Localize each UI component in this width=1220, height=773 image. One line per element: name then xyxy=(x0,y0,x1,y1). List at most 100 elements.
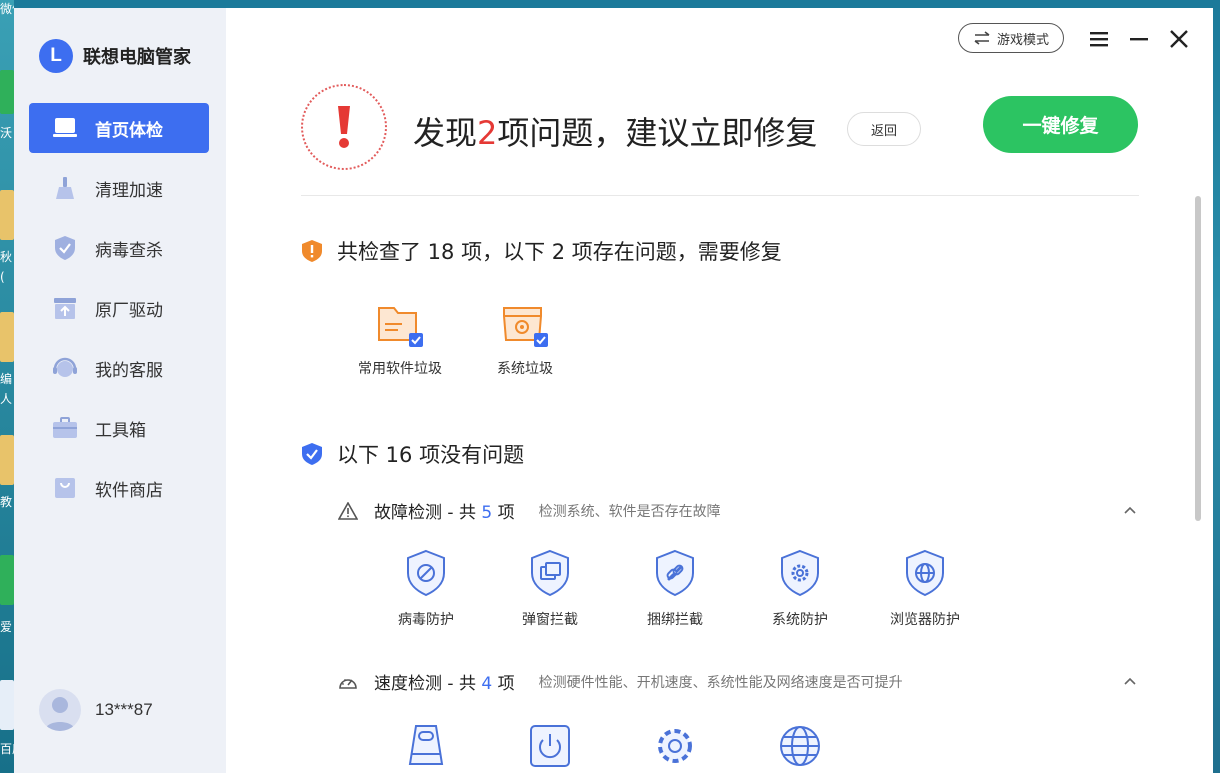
sidebar-nav: 首页体检 清理加速 病毒查杀 原厂驱动 我的客服 工具箱 软件商店 xyxy=(29,103,209,523)
folder-icon[interactable] xyxy=(0,312,14,362)
user-account[interactable]: 13***87 xyxy=(39,689,153,731)
group-name-text: 项 xyxy=(492,674,515,694)
issue-label: 系统垃圾 xyxy=(497,361,553,377)
main-content: 发现2项问题，建议立即修复 返回 一键修复 共检查了 18 项，以下 2 项存在… xyxy=(226,8,1213,773)
scan-result-headline: 发现2项问题，建议立即修复 xyxy=(413,108,817,154)
group-name-text: 项 xyxy=(492,503,515,523)
issue-label: 常用软件垃圾 xyxy=(358,361,442,377)
scrollbar[interactable] xyxy=(1195,196,1201,521)
store-bag-icon xyxy=(51,474,79,502)
sidebar-item-label: 病毒查杀 xyxy=(95,240,163,261)
check-item[interactable] xyxy=(625,724,725,772)
ok-section-title: 以下 16 项没有问题 xyxy=(301,439,524,469)
desktop-icon-label: 编 xyxy=(0,372,13,386)
check-item[interactable]: 捆绑拦截 xyxy=(625,549,725,629)
check-item[interactable] xyxy=(376,724,476,772)
check-item[interactable]: 弹窗拦截 xyxy=(500,549,600,629)
headline-text: 发现 xyxy=(413,114,478,152)
shield-check-icon xyxy=(51,234,79,262)
sidebar-item-oem-drivers[interactable]: 原厂驱动 xyxy=(29,283,209,333)
check-item-label: 病毒防护 xyxy=(398,612,454,628)
gear-box-checked-icon xyxy=(465,302,585,352)
sidebar-item-label: 软件商店 xyxy=(95,480,163,501)
chevron-up-icon[interactable] xyxy=(1122,673,1138,689)
hardware-performance-icon xyxy=(376,724,476,772)
folder-icon[interactable] xyxy=(0,190,14,240)
divider xyxy=(301,195,1139,196)
desktop-app-icon[interactable] xyxy=(0,70,14,114)
check-item[interactable]: 系统防护 xyxy=(750,549,850,629)
globe-icon xyxy=(750,724,850,772)
app-window: L 联想电脑管家 首页体检 清理加速 病毒查杀 原厂驱动 我的客服 工具箱 软件… xyxy=(14,8,1213,773)
group-name-text: 速度检测 - 共 xyxy=(374,674,482,694)
sidebar-item-clean-speedup[interactable]: 清理加速 xyxy=(29,163,209,213)
check-item[interactable]: 病毒防护 xyxy=(376,549,476,629)
issue-item[interactable]: 常用软件垃圾 xyxy=(340,302,460,378)
warning-triangle-icon xyxy=(338,501,358,520)
headset-icon xyxy=(51,354,79,382)
group-description: 检测硬件性能、开机速度、系统性能及网络速度是否可提升 xyxy=(538,674,903,691)
power-icon xyxy=(500,724,600,772)
desktop-icon-label: 人 xyxy=(0,392,13,406)
chevron-up-icon[interactable] xyxy=(1122,502,1138,518)
sidebar-item-label: 首页体检 xyxy=(95,120,163,141)
sidebar-item-toolbox[interactable]: 工具箱 xyxy=(29,403,209,453)
sidebar-item-customer-service[interactable]: 我的客服 xyxy=(29,343,209,393)
sidebar: L 联想电脑管家 首页体检 清理加速 病毒查杀 原厂驱动 我的客服 工具箱 软件… xyxy=(14,8,226,773)
issues-section-title: 共检查了 18 项，以下 2 项存在问题，需要修复 xyxy=(301,236,782,266)
sidebar-item-label: 工具箱 xyxy=(95,420,146,441)
alert-exclamation-icon xyxy=(301,84,387,170)
broom-icon xyxy=(51,174,79,202)
section-title-text: 共检查了 18 项，以下 2 项存在问题，需要修复 xyxy=(337,240,782,264)
desktop-app-icon[interactable] xyxy=(0,680,14,730)
desktop-icon-label: 百度 xyxy=(0,742,14,756)
desktop-icon-label: 爱 xyxy=(0,620,13,634)
gear-icon xyxy=(625,724,725,772)
one-click-fix-button[interactable]: 一键修复 xyxy=(983,96,1138,153)
warning-shield-icon xyxy=(301,239,323,263)
desktop-app-icon[interactable] xyxy=(0,555,14,605)
group-name: 故障检测 - 共 5 项 xyxy=(374,498,515,523)
sidebar-item-label: 原厂驱动 xyxy=(95,300,163,321)
popup-block-icon xyxy=(500,549,600,601)
check-item-label: 浏览器防护 xyxy=(890,612,960,628)
group-count: 4 xyxy=(481,674,493,694)
group-name: 速度检测 - 共 4 项 xyxy=(374,669,515,694)
check-item-label: 弹窗拦截 xyxy=(522,612,578,628)
brand: L 联想电脑管家 xyxy=(39,39,191,73)
group-name-text: 故障检测 - 共 xyxy=(374,503,482,523)
group-count: 5 xyxy=(481,503,493,523)
desktop-icon-label: 微信 xyxy=(0,2,14,16)
browser-protection-icon xyxy=(875,549,975,601)
issue-item[interactable]: 系统垃圾 xyxy=(465,302,585,378)
check-item[interactable] xyxy=(500,724,600,772)
section-title-text: 以下 16 项没有问题 xyxy=(337,443,525,467)
desktop-icon-label: 沃 xyxy=(0,126,13,140)
desktop-icon-label: 教 xyxy=(0,495,13,509)
sidebar-item-label: 清理加速 xyxy=(95,180,163,201)
sidebar-item-virus-scan[interactable]: 病毒查杀 xyxy=(29,223,209,273)
app-title: 联想电脑管家 xyxy=(83,47,191,68)
check-item[interactable]: 浏览器防护 xyxy=(875,549,975,629)
avatar[interactable] xyxy=(39,689,81,731)
speed-check-group-header[interactable]: 速度检测 - 共 4 项 检测硬件性能、开机速度、系统性能及网络速度是否可提升 xyxy=(338,669,903,694)
back-button[interactable]: 返回 xyxy=(847,112,921,146)
desktop-background: 微信 沃 秋 ( 编 人 教 爱 百度 xyxy=(0,0,14,773)
check-item-label: 系统防护 xyxy=(772,612,828,628)
desktop-icon-label: ( xyxy=(0,270,5,284)
driver-upload-icon xyxy=(51,294,79,322)
issue-count: 2 xyxy=(477,114,498,152)
sidebar-item-software-store[interactable]: 软件商店 xyxy=(29,463,209,513)
shield-check-icon xyxy=(301,442,323,466)
toolbox-icon xyxy=(51,414,79,442)
folder-checked-icon xyxy=(340,302,460,352)
check-item-label: 捆绑拦截 xyxy=(647,612,703,628)
user-name: 13***87 xyxy=(95,700,153,719)
speedometer-icon xyxy=(338,673,358,691)
sidebar-item-home-checkup[interactable]: 首页体检 xyxy=(29,103,209,153)
folder-icon[interactable] xyxy=(0,435,14,485)
fault-check-group-header[interactable]: 故障检测 - 共 5 项 检测系统、软件是否存在故障 xyxy=(338,498,721,523)
bundle-block-icon xyxy=(625,549,725,601)
virus-protection-icon xyxy=(376,549,476,601)
check-item[interactable] xyxy=(750,724,850,772)
